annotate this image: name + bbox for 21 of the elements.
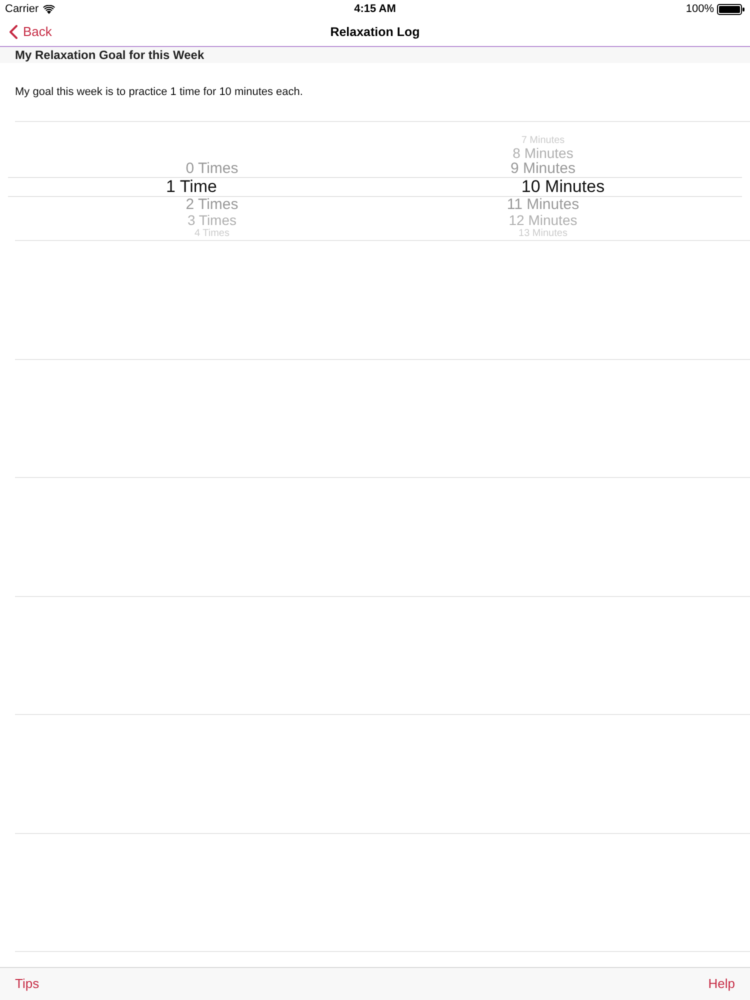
battery-icon [717,4,745,14]
goal-text: My goal this week is to practice 1 time for 10 minutes each. [15,84,303,100]
picker-option[interactable]: 11 Minutes [506,197,580,213]
wifi-icon [42,4,55,14]
picker-option[interactable]: 10 Minutes [521,178,605,196]
chevron-left-icon [9,25,18,39]
battery-percent: 100% [686,2,714,16]
section-header: My Relaxation Goal for this Week [15,48,204,62]
tips-button[interactable]: Tips [15,974,40,994]
picker-option[interactable]: 1 Time [166,178,218,196]
nav-title: Relaxation Log [330,24,420,41]
help-button[interactable]: Help [708,974,735,994]
status-time: 4:15 AM [354,2,396,16]
picker-option[interactable]: 8 Minutes [512,146,574,161]
picker-option[interactable]: 3 Times [187,213,236,228]
picker-option[interactable]: 12 Minutes [508,213,578,228]
picker-option[interactable]: 0 Times [186,161,238,177]
picker-option[interactable]: 2 Times [186,197,238,213]
carrier-label: Carrier [5,2,39,16]
back-button[interactable]: Back [9,22,52,42]
picker-option[interactable]: 9 Minutes [510,161,576,177]
